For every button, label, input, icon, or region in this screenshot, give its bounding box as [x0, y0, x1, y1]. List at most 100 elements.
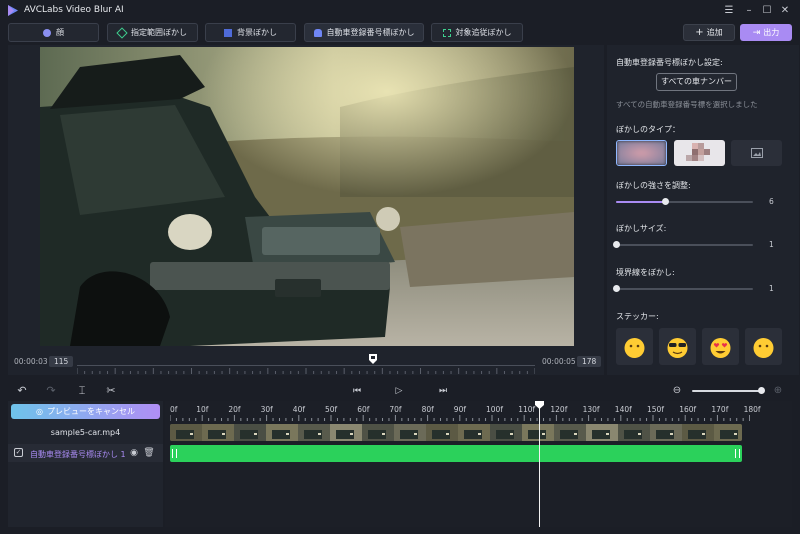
preview-end-frame[interactable]: 178: [577, 356, 602, 367]
timeline-tick-label: 70f: [389, 405, 402, 414]
background-icon: [224, 28, 232, 37]
filmstrip-frame: [266, 424, 298, 441]
timeline-tick-label: 10f: [196, 405, 209, 414]
timeline-tick-label: 100f: [486, 405, 503, 414]
blur-type-gaussian[interactable]: [616, 140, 667, 166]
sticker-sunglasses-face[interactable]: [659, 328, 696, 365]
border-blur-slider[interactable]: [616, 288, 753, 290]
tab-background-label: 背景ぼかし: [237, 28, 277, 37]
add-button[interactable]: + 追加: [683, 24, 735, 41]
tab-face[interactable]: 顔: [8, 23, 99, 42]
tab-background-blur[interactable]: 背景ぼかし: [205, 23, 296, 42]
zoom-in-icon[interactable]: ⊕: [771, 384, 785, 398]
blur-type-image[interactable]: [731, 140, 782, 166]
sticker-neutral-face[interactable]: [616, 328, 653, 365]
image-icon: [750, 148, 763, 158]
filmstrip-frame: [714, 424, 742, 441]
timeline-ruler: [170, 415, 750, 421]
filmstrip-frame: [586, 424, 618, 441]
filmstrip-frame: [298, 424, 330, 441]
preview-playhead-handle[interactable]: [368, 353, 378, 365]
blur-track-end-handle[interactable]: [735, 449, 740, 458]
tab-license-plate-blur[interactable]: 自動車登録番号標ぼかし: [304, 23, 424, 42]
cancel-preview-button[interactable]: ◎ プレビューをキャンセル: [11, 404, 160, 419]
filmstrip-frame: [202, 424, 234, 441]
blur-size-slider[interactable]: [616, 244, 753, 246]
heart-eyes-face-icon: [710, 338, 731, 358]
timeline-tick-label: 50f: [325, 405, 338, 414]
blank-face-icon: [753, 338, 774, 358]
timeline-tick-label: 30f: [260, 405, 273, 414]
blur-track-clip[interactable]: [170, 445, 742, 462]
all-plates-button[interactable]: すべての車ナンバー: [656, 73, 737, 91]
filmstrip-thumbnails: [170, 424, 742, 441]
previous-frame-icon[interactable]: ⏮: [350, 384, 364, 398]
filmstrip-frame: [682, 424, 714, 441]
preview-scrubber[interactable]: [76, 359, 536, 374]
border-blur-knob[interactable]: [613, 285, 620, 292]
timeline-tick-label: 170f: [711, 405, 729, 414]
timeline-tick-label: 90f: [453, 405, 466, 414]
timeline-tick-label: 20f: [228, 405, 241, 414]
timeline-playhead[interactable]: [539, 407, 540, 527]
timeline-tick-label: 120f: [550, 405, 568, 414]
preview-scrubber-ticks: [76, 368, 536, 374]
video-filmstrip[interactable]: [170, 424, 742, 441]
car-icon: [313, 28, 322, 37]
app-logo-icon: [8, 5, 18, 16]
settings-heading: 自動車登録番号標ぼかし設定:: [616, 58, 723, 67]
export-button-label: 出力: [763, 28, 780, 37]
close-icon[interactable]: ✕: [778, 4, 792, 18]
video-preview: [40, 47, 574, 346]
timeline-zoom-slider[interactable]: [692, 390, 764, 392]
export-button[interactable]: ⇥ 出力: [740, 24, 792, 41]
timeline-tick-label: 150f: [647, 405, 664, 414]
next-frame-icon[interactable]: ⏭: [436, 384, 450, 398]
play-icon[interactable]: ▷: [392, 384, 406, 398]
timeline-playhead-handle[interactable]: [535, 401, 544, 409]
sunglasses-face-icon: [667, 338, 688, 358]
redo-icon[interactable]: ↷: [44, 384, 58, 398]
timeline-tick-label: 130f: [582, 405, 600, 414]
preview-start-frame[interactable]: 115: [49, 356, 74, 367]
trash-icon[interactable]: 🗑: [142, 446, 156, 460]
timeline-tick-label: 180f: [743, 405, 761, 414]
filmstrip-frame: [490, 424, 522, 441]
tab-object-tracking-blur[interactable]: 対象追従ぼかし: [431, 23, 523, 42]
filmstrip-frame: [170, 424, 202, 441]
timeline-tick-label: 160f: [679, 405, 697, 414]
border-blur-value: 1: [769, 284, 774, 293]
blur-track-start-handle[interactable]: [172, 449, 177, 458]
preview-end-time: 00:00:05: [542, 357, 576, 366]
blur-size-value: 1: [769, 240, 774, 249]
track-checkbox[interactable]: ✓: [14, 448, 23, 457]
filmstrip-frame: [426, 424, 458, 441]
plus-icon: +: [695, 27, 704, 38]
region-icon: [116, 26, 128, 39]
maximize-icon[interactable]: ☐: [760, 4, 774, 18]
preview-start-time: 00:00:03: [14, 357, 48, 366]
target-icon: [442, 28, 451, 37]
eye-off-icon: ◎: [36, 407, 43, 416]
settings-panel: [607, 45, 799, 375]
app-window: AVCLabs Video Blur AI ☰ – ☐ ✕ 顔 指定範囲ぼかし …: [0, 0, 800, 534]
blur-size-knob[interactable]: [613, 241, 620, 248]
split-icon[interactable]: ⌶: [75, 384, 89, 398]
sticker-blank-face[interactable]: [745, 328, 782, 365]
hamburger-icon[interactable]: ☰: [722, 4, 736, 18]
filmstrip-frame: [234, 424, 266, 441]
minimize-icon[interactable]: –: [742, 4, 756, 18]
blur-strength-knob[interactable]: [661, 198, 669, 205]
blur-strength-value: 6: [769, 197, 774, 206]
border-blur-label: 境界線をぼかし:: [616, 268, 675, 277]
zoom-out-icon[interactable]: ⊖: [670, 384, 684, 398]
undo-icon[interactable]: ↶: [15, 384, 29, 398]
filmstrip-frame: [458, 424, 490, 441]
eye-icon[interactable]: ◉: [127, 446, 141, 460]
sticker-heart-eyes-face[interactable]: [702, 328, 739, 365]
blur-track-label: 自動車登録番号標ぼかし 1: [30, 450, 126, 459]
cut-icon[interactable]: ✂: [104, 384, 118, 398]
timeline-tick-label: 40f: [292, 405, 305, 414]
tab-region-blur[interactable]: 指定範囲ぼかし: [107, 23, 198, 42]
blur-type-mosaic[interactable]: [674, 140, 725, 166]
